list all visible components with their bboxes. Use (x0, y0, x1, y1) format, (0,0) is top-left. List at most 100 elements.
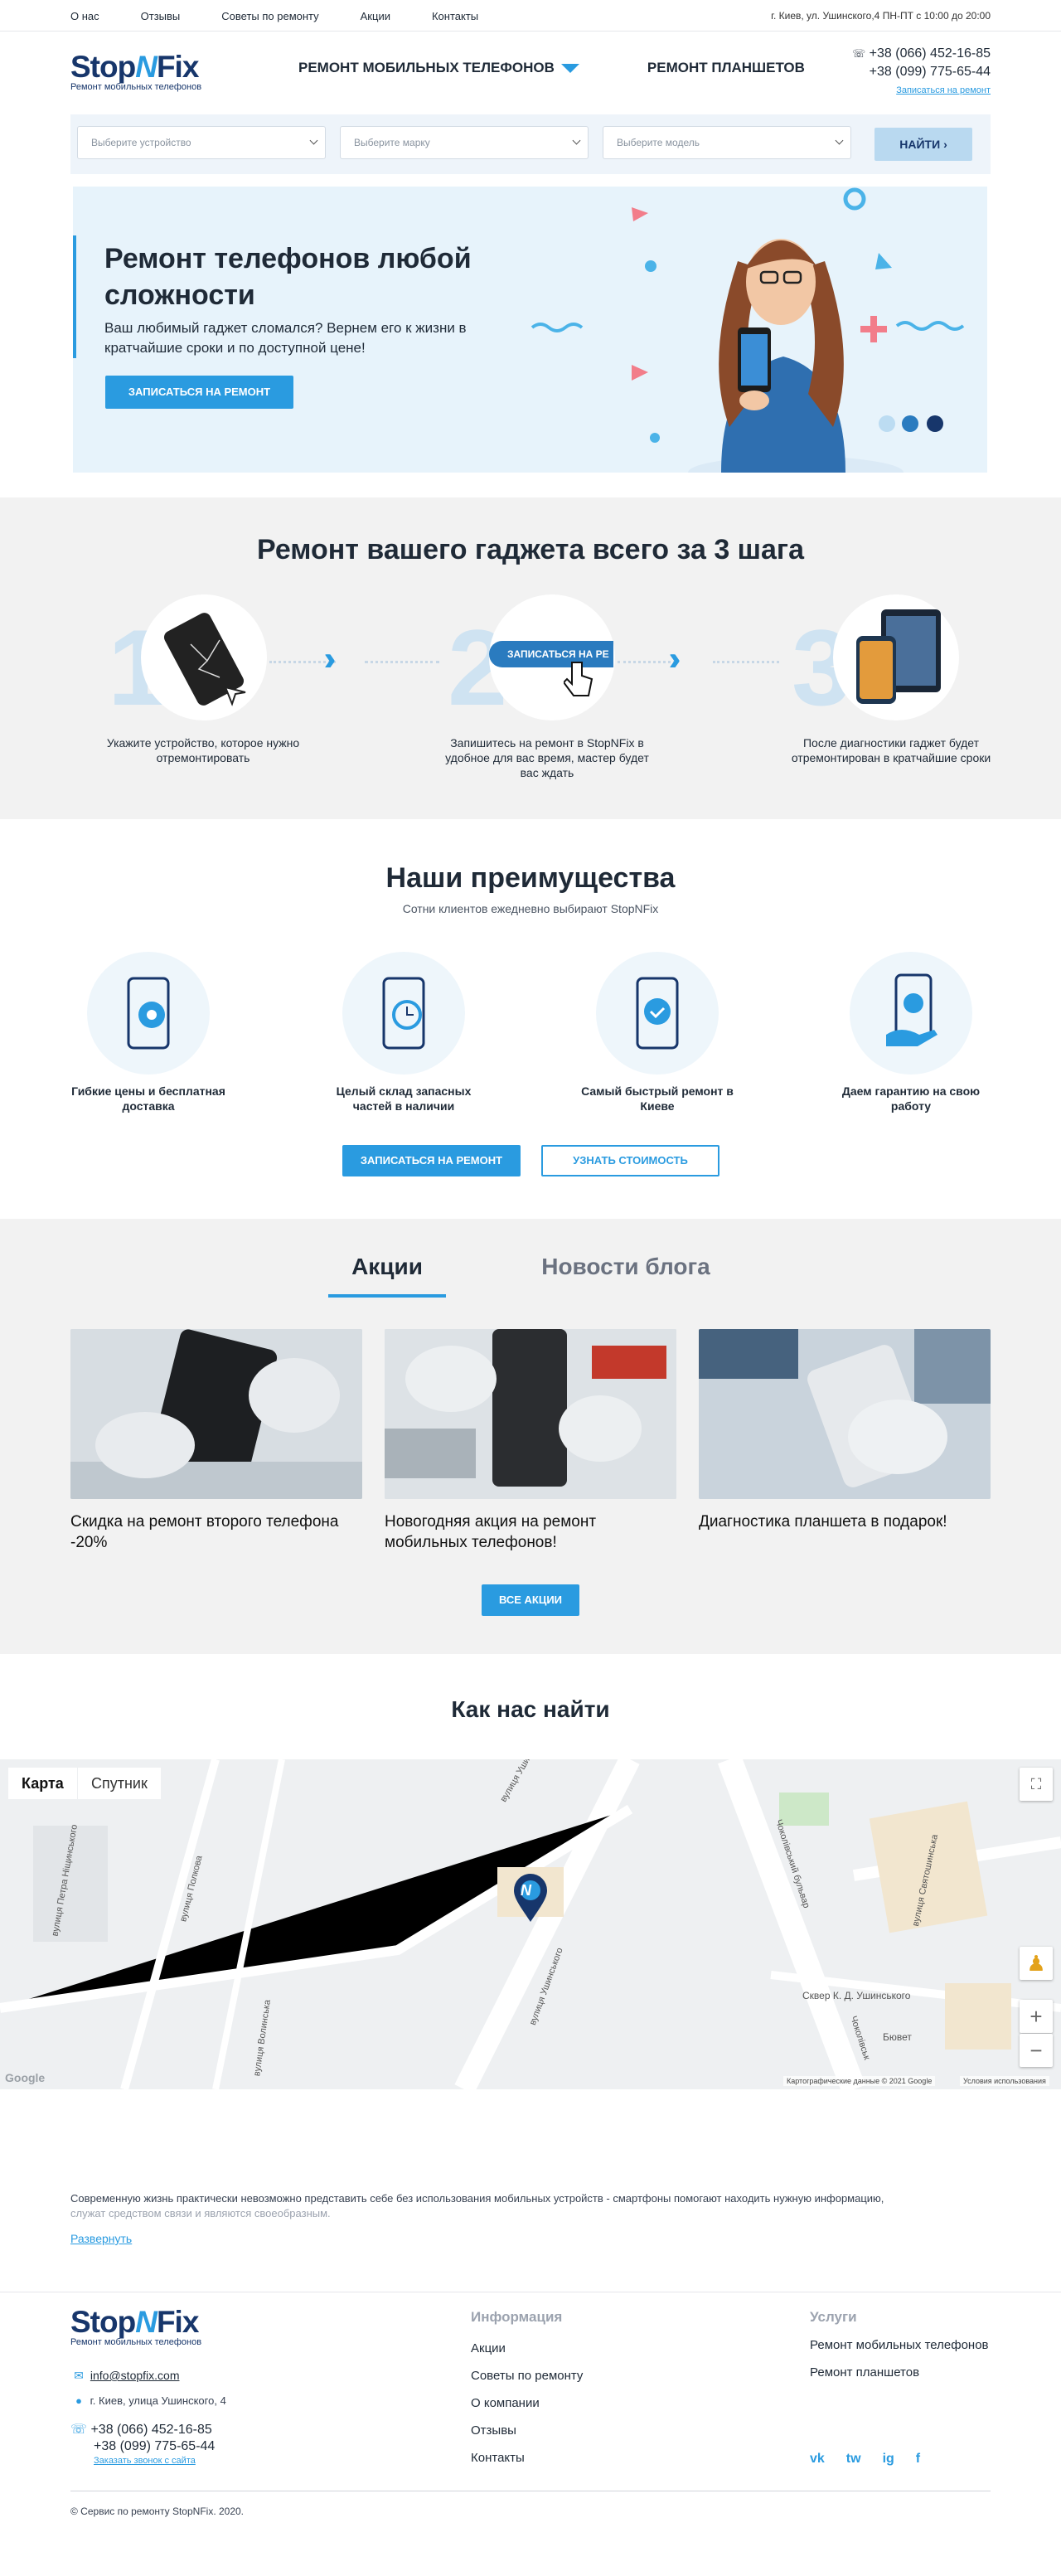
logo-text-stop: Stop (70, 2305, 136, 2339)
top-nav-tips[interactable]: Советы по ремонту (221, 10, 318, 22)
find-button-label: НАЙТИ (899, 138, 941, 151)
logo-subtitle: Ремонт мобильных телефонов (70, 2337, 202, 2347)
top-nav: О нас Отзывы Советы по ремонту Акции Кон… (70, 10, 478, 22)
pegman-icon[interactable]: ♟ (1020, 1947, 1053, 1980)
header-contacts: ☏ +38 (066) 452-16-85 +38 (099) 775-65-4… (852, 45, 991, 99)
advantage-1-title: Гибкие цены и бесплатная доставка (71, 1084, 225, 1113)
map-title: Как нас найти (451, 1696, 610, 1722)
find-button[interactable]: НАЙТИ › (874, 128, 972, 161)
device-select[interactable]: Выберите устройство (77, 126, 326, 159)
footer-link-about[interactable]: О компании (471, 2389, 583, 2417)
nav-tablets[interactable]: Ремонт планшетов (647, 60, 805, 76)
top-nav-reviews[interactable]: Отзывы (141, 10, 181, 22)
promo-card-2-title[interactable]: Новогодняя акция на ремонт мобильных тел… (385, 1511, 676, 1553)
map-tab-map[interactable]: Карта (8, 1768, 77, 1799)
footer-logo[interactable]: StopNFix Ремонт мобильных телефонов (70, 2307, 201, 2347)
instagram-icon[interactable]: ig (883, 2452, 894, 2467)
advantage-4-icon-circle (850, 952, 972, 1075)
tablet-icon (856, 609, 941, 704)
step-3-image (833, 594, 959, 720)
twitter-icon[interactable]: tw (846, 2452, 861, 2467)
map[interactable]: вулиця Ушинського вулиця Ушинського Чоко… (0, 1759, 1061, 2089)
footer-address-row: ● г. Киев, улица Ушинского, 4 (70, 2394, 226, 2407)
tab-blog[interactable]: Новости блога (530, 1254, 721, 1280)
footer-phones: ☏ +38 (066) 452-16-85 +38 (099) 775-65-4… (70, 2422, 215, 2467)
expand-link[interactable]: Развернуть (70, 2231, 991, 2246)
promo-card-3-image[interactable] (699, 1329, 991, 1499)
map-pin-letter: N (521, 1882, 531, 1899)
advantage-2-title: Целый склад запасных частей в наличии (336, 1084, 472, 1113)
footer-services-title: Услуги (810, 2309, 857, 2325)
promo-card-1-title[interactable]: Скидка на ремонт второго телефона -20% (70, 1511, 362, 1553)
logo-text-n: N (135, 50, 157, 84)
footer-callback-link[interactable]: Заказать звонок с сайта (70, 2455, 215, 2467)
promo-card-3-title[interactable]: Диагностика планшета в подарок! (699, 1511, 991, 1532)
repair-photo-3 (699, 1329, 991, 1499)
dropdown-triangle-icon (560, 64, 579, 74)
get-price-button[interactable]: Узнать стоимость (541, 1145, 719, 1176)
fullscreen-icon[interactable]: ⛶ (1020, 1768, 1053, 1801)
top-nav-promos[interactable]: Акции (361, 10, 390, 22)
footer-email[interactable]: info@stopfix.com (90, 2369, 180, 2382)
mail-icon: ✉ (74, 2369, 84, 2382)
step-1-image (141, 594, 267, 720)
device-search: Выберите устройство Выберите марку Выбер… (70, 114, 991, 174)
footer-link-promos[interactable]: Акции (471, 2335, 583, 2362)
hero-cta-button[interactable]: Записаться на ремонт (105, 376, 293, 409)
map-poi-label: Бювет (883, 2031, 912, 2043)
advantage-4-title: Даем гарантию на свою работу (841, 1084, 981, 1113)
footer-phone-2[interactable]: +38 (099) 775-65-44 (70, 2438, 215, 2455)
map-tab-satellite[interactable]: Спутник (78, 1768, 161, 1799)
footer-link-contacts[interactable]: Контакты (471, 2444, 583, 2472)
zoom-out-icon[interactable]: − (1020, 2034, 1053, 2067)
advantage-2-icon-circle (342, 952, 465, 1075)
phone-clock-icon (382, 977, 425, 1050)
footer-link-phone-repair[interactable]: Ремонт мобильных телефонов (810, 2331, 989, 2359)
main-nav: Ремонт мобильных телефонов Ремонт планше… (298, 60, 805, 76)
footer-link-tips[interactable]: Советы по ремонту (471, 2362, 583, 2389)
tab-promos[interactable]: Акции (328, 1254, 446, 1280)
chevron-down-icon (309, 136, 318, 145)
step-2-image: ЗАПИСАТЬСЯ НА РЕ (489, 594, 615, 720)
step-connector (713, 661, 779, 663)
top-nav-contacts[interactable]: Контакты (432, 10, 478, 22)
copyright: © Сервис по ремонту StopNFix. 2020. (70, 2506, 245, 2517)
google-logo: Google (5, 2071, 46, 2084)
phone-gear-icon (127, 977, 170, 1050)
chevron-down-icon (572, 136, 581, 145)
advantage-1-icon-circle (87, 952, 210, 1075)
zoom-in-icon[interactable]: + (1020, 2000, 1053, 2033)
footer-link-tablet-repair[interactable]: Ремонт планшетов (810, 2359, 989, 2386)
nav-phones[interactable]: Ремонт мобильных телефонов (298, 60, 579, 76)
logo[interactable]: StopNFix Ремонт мобильных телефонов (70, 51, 201, 92)
brand-select[interactable]: Выберите марку (340, 126, 589, 159)
advantages-cta-button[interactable]: Записаться на ремонт (342, 1145, 521, 1176)
seo-text: Современную жизнь практически невозможно… (70, 2191, 991, 2246)
hero-text: Ваш любимый гаджет сломался? Вернем его … (104, 320, 467, 356)
all-promos-button[interactable]: Все акции (482, 1584, 579, 1616)
footer-services-links: Ремонт мобильных телефонов Ремонт планше… (810, 2331, 989, 2386)
advantages-subtitle: Сотни клиентов ежедневно выбирают StopNF… (402, 902, 659, 915)
repair-photo-2 (385, 1329, 676, 1499)
footer-link-reviews[interactable]: Отзывы (471, 2417, 583, 2444)
phone-hand-dollar-icon (886, 973, 937, 1046)
promo-card-1-image[interactable] (70, 1329, 362, 1499)
logo-text-n: N (135, 2305, 157, 2339)
step-1-text: Укажите устройство, которое нужно отремо… (106, 736, 300, 764)
top-address: г. Киев, ул. Ушинского,4 ПН-ПТ с 10:00 д… (771, 10, 991, 22)
promo-card-2-image[interactable] (385, 1329, 676, 1499)
logo-subtitle: Ремонт мобильных телефонов (70, 82, 202, 92)
top-nav-about[interactable]: О нас (70, 10, 99, 22)
model-select[interactable]: Выберите модель (603, 126, 851, 159)
facebook-icon[interactable]: f (916, 2452, 920, 2467)
header-phone-1[interactable]: +38 (066) 452-16-85 (870, 46, 991, 61)
header-phone-2[interactable]: +38 (099) 775-65-44 (852, 63, 991, 81)
logo-text-stop: Stop (70, 50, 136, 84)
vk-icon[interactable]: vk (810, 2452, 825, 2467)
footer-info-title: Информация (471, 2309, 563, 2325)
header-callback-link[interactable]: Записаться на ремонт (852, 81, 991, 99)
step-2-text: Запишитесь на ремонт в StopNFix в удобно… (445, 736, 649, 779)
map-terms-link[interactable]: Условия использования (960, 2076, 1049, 2086)
advantages-title: Наши преимущества (385, 862, 676, 894)
footer-phone-1[interactable]: +38 (066) 452-16-85 (90, 2423, 211, 2437)
